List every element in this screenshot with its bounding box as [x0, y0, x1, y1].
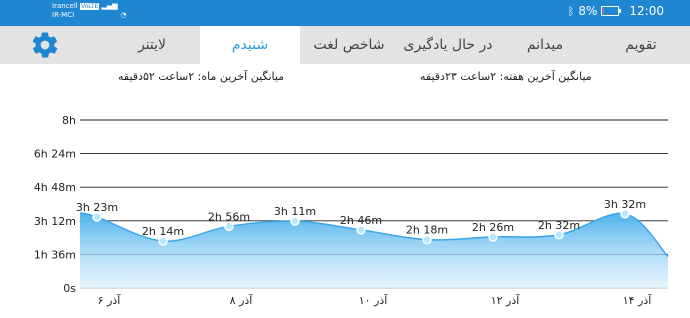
data-label: 2h 56m — [208, 210, 250, 223]
x-tick-label: ۱۲ آذر — [491, 293, 521, 307]
data-point — [554, 230, 564, 240]
y-tick-label: 1h 36m — [34, 248, 76, 261]
data-label: 3h 32m — [604, 198, 646, 211]
listening-time-chart: 0s 1h 36m 3h 12m 4h 48m 6h 24m 8h 3h 23m 2h 14… — [34, 114, 669, 307]
data-label: 2h 14m — [142, 225, 184, 238]
battery-fill — [603, 8, 605, 14]
data-label: 2h 46m — [340, 214, 382, 227]
y-tick-label: 6h 24m — [34, 148, 76, 161]
y-tick-label: 3h 12m — [34, 215, 76, 228]
volte-badge: VoLTE — [79, 3, 100, 10]
battery-icon — [601, 6, 622, 16]
status-right: ᛒ 8% 12:00 — [568, 4, 664, 18]
carrier-info: Irancell VoLTE ▂▄▆ IR-MCI ◔ — [52, 2, 127, 20]
bluetooth-icon: ᛒ — [567, 4, 575, 18]
tab-word-index[interactable]: شاخص لغت — [300, 26, 398, 64]
clock: 12:00 — [629, 4, 664, 18]
month-average: میانگین آخرین ماه: ۲ساعت ۵۲دقیقه — [118, 70, 285, 83]
data-point — [356, 225, 366, 235]
x-tick-label: ۱۰ آذر — [359, 293, 389, 307]
data-point — [422, 234, 432, 245]
data-label: 3h 23m — [76, 201, 118, 214]
carrier-name: Irancell — [52, 2, 78, 10]
battery-percent: 8% — [578, 4, 598, 18]
data-point — [92, 212, 102, 222]
tab-heard[interactable]: شنیدم — [200, 26, 300, 64]
data-label: 3h 11m — [274, 205, 316, 218]
data-point — [158, 236, 168, 246]
tab-know[interactable]: میدانم — [498, 26, 592, 64]
data-point — [224, 221, 234, 232]
week-average: میانگین آخرین هفته: ۲ساعت ۲۳دقیقه — [420, 70, 592, 83]
x-tick-label: ۱۴ آذر — [623, 293, 653, 307]
data-label: 2h 26m — [472, 221, 514, 234]
wifi-icon: ◔ — [120, 11, 127, 19]
signal-icon: ▂▄▆ — [101, 2, 118, 10]
data-label: 2h 32m — [538, 219, 580, 232]
gear-icon[interactable] — [30, 30, 60, 60]
status-bar: Irancell VoLTE ▂▄▆ IR-MCI ◔ ᛒ 8% 12:00 — [0, 0, 690, 26]
y-tick-label: 4h 48m — [34, 181, 76, 194]
data-label: 2h 18m — [406, 224, 448, 237]
tab-calendar[interactable]: تقویم — [592, 26, 690, 64]
data-point — [290, 216, 300, 226]
y-tick-label: 8h — [62, 114, 76, 127]
data-point — [620, 209, 630, 219]
data-point — [488, 232, 498, 242]
tab-bar: لایتنر شنیدم شاخص لغت در حال یادگیری مید… — [0, 26, 690, 64]
x-axis: ۶ آذر ۸ آذر ۱۰ آذر ۱۲ آذر ۱۴ آذر — [98, 293, 653, 307]
carrier-name-2: IR-MCI — [52, 11, 75, 19]
x-tick-label: ۶ آذر — [98, 293, 122, 307]
x-tick-label: ۸ آذر — [230, 293, 254, 307]
y-tick-label: 0s — [63, 282, 76, 295]
tab-leitner[interactable]: لایتنر — [102, 26, 202, 64]
tab-learning[interactable]: در حال یادگیری — [398, 26, 498, 64]
